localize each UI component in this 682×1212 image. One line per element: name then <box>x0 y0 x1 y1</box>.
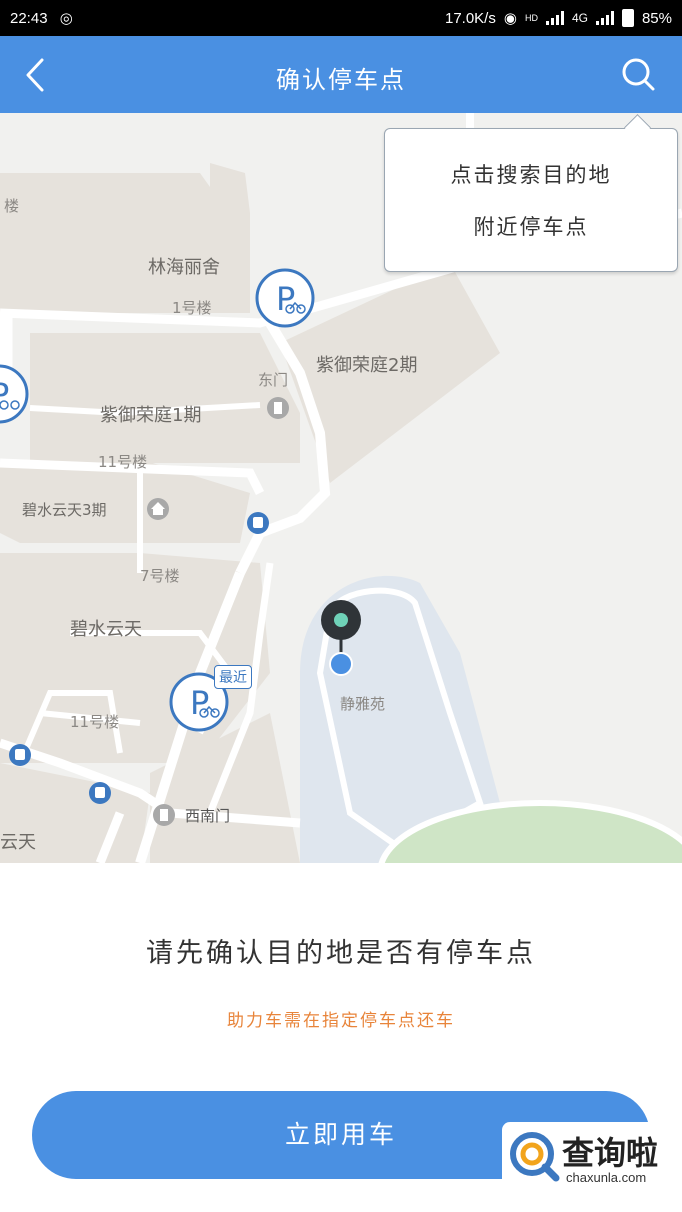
watermark-url: chaxunla.com <box>566 1170 647 1185</box>
signal-icon <box>545 11 564 25</box>
gate-icon <box>267 397 289 419</box>
bus-stop-icon <box>247 512 269 534</box>
map-label: 东门 <box>258 371 289 389</box>
bike-parking-icon: P <box>255 268 315 328</box>
status-left: 22:43 ◎ <box>10 9 73 27</box>
home-icon <box>147 498 169 520</box>
header-bar: 确认停车点 <box>0 36 682 113</box>
watermark-text: 查询啦 <box>562 1134 659 1172</box>
watermark: 查询啦 chaxunla.com <box>502 1122 680 1192</box>
watermark-logo-icon <box>510 1132 560 1182</box>
network-type: 4G <box>571 11 588 25</box>
hd-badge: HD <box>524 13 538 23</box>
map-label: 楼 <box>4 197 20 215</box>
status-right: 17.0K/s ◉ HD 4G 85% <box>445 9 672 27</box>
location-pin-icon <box>321 600 361 676</box>
map-label: 1号楼 <box>172 299 212 317</box>
search-icon <box>622 58 655 91</box>
battery-icon <box>621 9 634 27</box>
confirm-question: 请先确认目的地是否有停车点 <box>146 938 536 969</box>
signal-icon-2 <box>595 11 614 25</box>
map-label: 紫御荣庭1期 <box>100 405 202 426</box>
tooltip-line-2: 附近停车点 <box>473 215 589 239</box>
hotspot-icon: ◉ <box>503 10 517 27</box>
bus-stop-icon <box>9 744 31 766</box>
map-label: 碧水云天3期 <box>22 501 107 519</box>
gate-icon <box>153 804 175 826</box>
tooltip-line-1: 点击搜索目的地 <box>450 163 612 187</box>
map-label: 西南门 <box>185 807 231 825</box>
map-label: 11号楼 <box>98 453 148 471</box>
page-title: 确认停车点 <box>276 66 406 94</box>
map-label: 云天 <box>0 832 36 853</box>
map-label: 7号楼 <box>140 567 180 585</box>
map-label: 林海丽舍 <box>148 257 220 278</box>
bike-parking-icon: P <box>0 364 29 424</box>
status-bar: 22:43 ◎ 17.0K/s ◉ HD 4G 85% <box>0 0 682 36</box>
bus-stop-icon <box>89 782 111 804</box>
parking-marker[interactable]: P <box>0 363 30 425</box>
nearest-badge: 最近 <box>214 665 252 689</box>
map-label: 静雅苑 <box>340 695 386 713</box>
search-hint-tooltip: 点击搜索目的地 附近停车点 <box>384 114 678 272</box>
network-speed: 17.0K/s <box>444 9 496 27</box>
map-label: 碧水云天 <box>70 619 142 640</box>
search-button[interactable] <box>620 56 656 92</box>
map-label: 紫御荣庭2期 <box>316 355 418 376</box>
parking-marker[interactable]: P <box>254 267 316 329</box>
battery-level: 85% <box>641 9 672 27</box>
notification-icon: ◎ <box>59 10 73 27</box>
parking-note: 助力车需在指定停车点还车 <box>227 1011 455 1031</box>
map-label: 11号楼 <box>70 713 120 731</box>
status-time: 22:43 <box>10 10 48 27</box>
